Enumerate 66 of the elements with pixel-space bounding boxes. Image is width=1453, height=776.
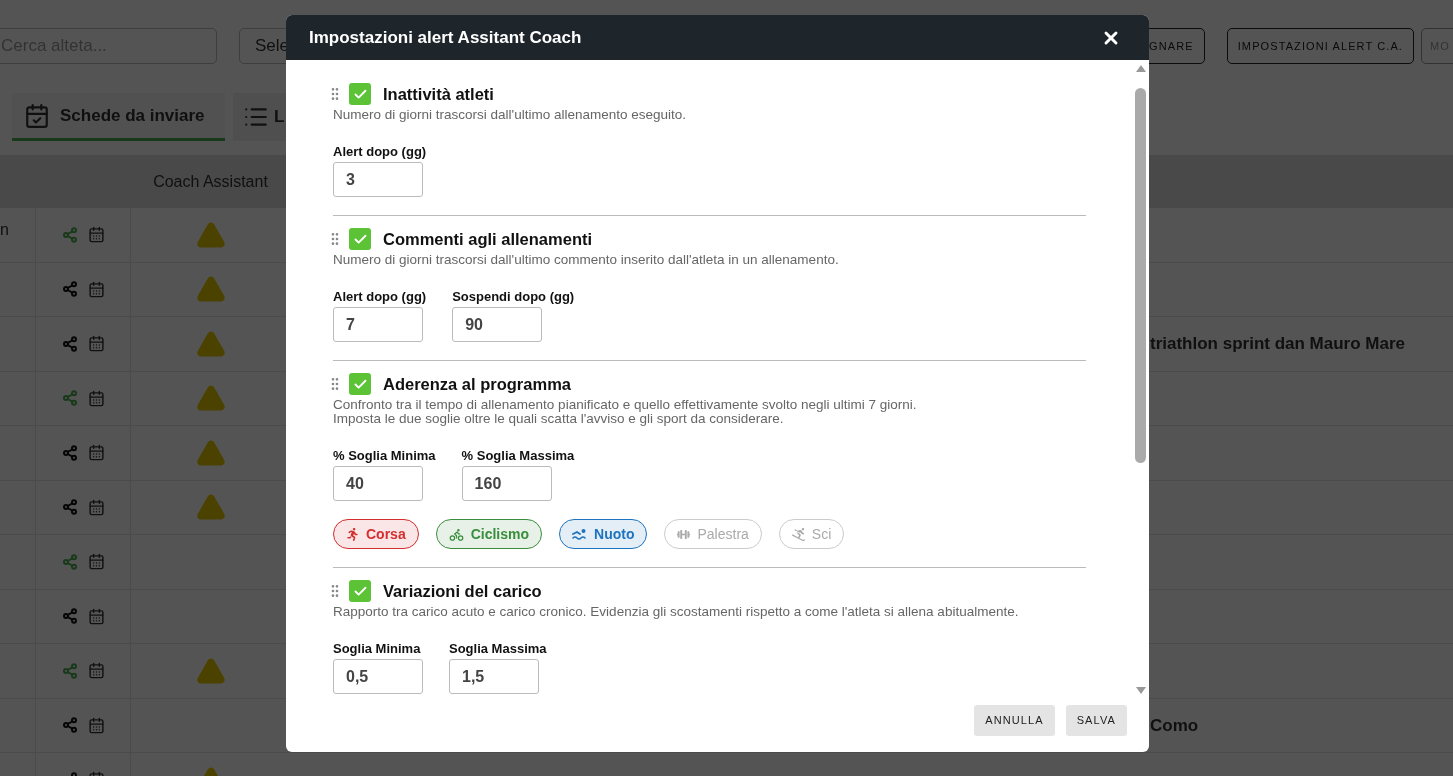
sport-chip[interactable]: Nuoto bbox=[559, 519, 648, 549]
number-field[interactable]: 160 bbox=[461, 466, 552, 501]
section-title: Aderenza al programma bbox=[383, 373, 571, 395]
number-field[interactable]: 3 bbox=[333, 162, 423, 197]
runner-icon bbox=[346, 527, 359, 541]
share-icon[interactable] bbox=[61, 335, 78, 352]
calendar-icon[interactable] bbox=[87, 553, 105, 571]
table-cell-text: n bbox=[0, 220, 9, 240]
calendar-icon[interactable] bbox=[87, 280, 105, 298]
calendar-check-icon bbox=[24, 102, 50, 129]
section-description: Rapporto tra carico acuto e carico cronico. Evidenzia gli scostamenti rispetto a come l'atleta si allena abitualmente. bbox=[333, 605, 1020, 619]
share-icon[interactable] bbox=[61, 662, 78, 679]
calendar-icon[interactable] bbox=[87, 662, 105, 680]
section-description: Numero di giorni trascorsi dall'ultimo allenamento eseguito. bbox=[333, 108, 687, 122]
scroll-down-icon[interactable] bbox=[1135, 687, 1146, 694]
number-field[interactable]: 40 bbox=[333, 466, 423, 501]
section-title: Inattività atleti bbox=[383, 83, 494, 105]
dumbbell-icon bbox=[677, 527, 691, 541]
number-field[interactable]: 0,5 bbox=[333, 659, 423, 694]
dialog-button[interactable]: SALVA bbox=[1065, 705, 1127, 736]
field-label: Alert dopo (gg) bbox=[333, 144, 427, 160]
share-icon[interactable] bbox=[61, 281, 78, 298]
dialog-title: Impostazioni alert Assitant Coach bbox=[309, 26, 582, 49]
share-icon[interactable] bbox=[61, 717, 78, 734]
scrollbar-thumb[interactable] bbox=[1135, 88, 1146, 463]
sport-chip[interactable]: Ciclismo bbox=[435, 519, 543, 549]
bicycle-icon bbox=[448, 526, 464, 542]
field-label: Soglia Minima bbox=[333, 641, 422, 657]
share-icon[interactable] bbox=[61, 499, 78, 516]
skier-icon bbox=[791, 527, 805, 541]
number-field[interactable]: 90 bbox=[452, 307, 543, 342]
table-cell-text: triathlon sprint dan Mauro Mare bbox=[1150, 333, 1406, 355]
calendar-icon[interactable] bbox=[87, 498, 105, 516]
field-label: Soglia Massima bbox=[449, 641, 547, 657]
checkbox[interactable] bbox=[349, 83, 371, 105]
share-icon[interactable] bbox=[61, 444, 78, 461]
section-title: Commenti agli allenamenti bbox=[383, 228, 593, 250]
field-label: % Soglia Massima bbox=[461, 448, 575, 464]
checkbox[interactable] bbox=[349, 580, 371, 602]
calendar-icon[interactable] bbox=[87, 226, 105, 244]
share-icon[interactable] bbox=[61, 390, 78, 407]
section-description: Confronto tra il tempo di allenamento pianificato e quello effettivamente svolto negli ultimi 7 giorni. bbox=[333, 398, 918, 412]
number-field[interactable]: 7 bbox=[333, 307, 423, 342]
column-header: Coach Assistant bbox=[152, 171, 269, 192]
share-icon[interactable] bbox=[61, 226, 78, 243]
checkbox[interactable] bbox=[349, 373, 371, 395]
share-icon[interactable] bbox=[61, 553, 78, 570]
section-description: Imposta le due soglie oltre le quali scatta l'avviso e gli sport da considerare. bbox=[333, 412, 785, 426]
calendar-icon[interactable] bbox=[87, 716, 105, 734]
calendar-icon[interactable] bbox=[87, 607, 105, 625]
field-label: Sospendi dopo (gg) bbox=[452, 289, 575, 305]
calendar-icon[interactable] bbox=[87, 335, 105, 353]
number-field[interactable]: 1,5 bbox=[449, 659, 539, 694]
table-cell-text: Como bbox=[1150, 714, 1199, 737]
calendar-icon[interactable] bbox=[87, 444, 105, 462]
share-icon[interactable] bbox=[61, 608, 78, 625]
sport-chip[interactable]: Corsa bbox=[333, 519, 419, 549]
checkbox[interactable] bbox=[349, 228, 371, 250]
field-label: % Soglia Minima bbox=[333, 448, 436, 464]
calendar-icon[interactable] bbox=[87, 389, 105, 407]
swimmer-icon bbox=[572, 528, 588, 540]
section-title: Variazioni del carico bbox=[383, 580, 542, 602]
section-description: Numero di giorni trascorsi dall'ultimo commento inserito dall'atleta in un allenamento. bbox=[333, 253, 840, 267]
scroll-up-icon[interactable] bbox=[1135, 65, 1146, 72]
dialog-button[interactable]: ANNULLA bbox=[974, 705, 1055, 736]
field-label: Alert dopo (gg) bbox=[333, 289, 427, 305]
